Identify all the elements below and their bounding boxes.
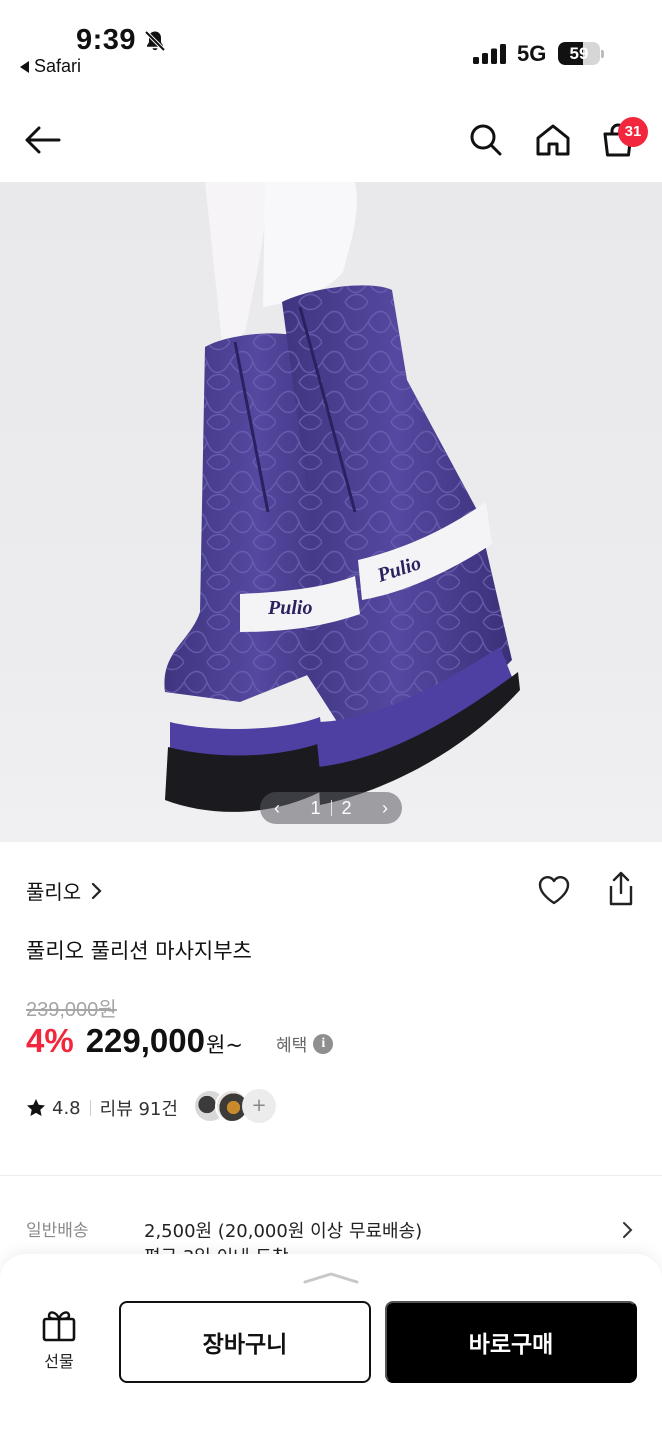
brand-mark-left: Pulio [267,597,312,619]
rating-row[interactable]: 4.8 리뷰 91건 [26,1095,178,1121]
heart-icon[interactable] [536,872,572,908]
product-image[interactable]: Pulio Pulio [0,182,662,842]
shipping-label: 일반배송 [26,1221,89,1241]
star-icon [27,1099,45,1116]
divider [0,1175,662,1176]
pager-next-icon[interactable]: › [382,798,388,819]
sale-price: 229,000 [85,1022,205,1059]
brand-name: 풀리오 [26,880,82,904]
back-arrow-icon [25,126,61,154]
original-price: 239,000원 [26,999,117,1021]
rating-value: 4.8 [52,1097,81,1119]
cart-count-badge: 31 [618,117,648,147]
app-header [0,100,662,182]
back-triangle-icon [20,60,29,73]
home-button[interactable] [533,120,573,160]
price-unit: 원~ [206,1033,243,1057]
back-to-safari-link[interactable]: Safari [20,56,81,77]
battery-level: 59 [569,44,589,63]
discount-rate: 4% [26,1022,74,1059]
gift-icon [42,1311,76,1342]
back-app-label: Safari [34,56,82,76]
price-row: 4% 229,000 원~ [26,1022,243,1060]
network-label: 5G [517,41,547,66]
bell-off-icon [144,30,166,52]
pager-current: 1 [310,797,321,818]
pager-total: 2 [341,797,352,818]
product-name: 풀리오 풀리션 마사지부츠 [26,939,252,963]
info-icon: i [313,1033,334,1054]
brand-link[interactable]: 풀리오 [26,876,103,905]
gift-button[interactable]: 선물 [30,1308,88,1378]
product-photo-boots: Pulio Pulio [164,182,520,812]
cellular-signal-icon [473,44,506,64]
more-reviews-button[interactable]: + [242,1089,276,1123]
pager-prev-icon[interactable]: ‹ [274,798,280,819]
add-to-cart-button[interactable]: 장바구니 [119,1301,371,1383]
status-time: 9:39 [76,24,137,56]
battery-indicator: 59 [558,42,604,65]
home-icon [536,124,570,156]
benefit-label: 혜택 [276,1036,308,1056]
shipping-fee: 2,500원 (20,000원 이상 무료배송) [144,1221,423,1242]
back-button[interactable] [22,120,62,160]
search-button[interactable] [466,120,506,160]
search-icon [470,124,502,156]
chevron-right-icon [92,882,102,899]
benefit-button[interactable]: 혜택 i [276,1031,334,1056]
share-icon[interactable] [604,870,638,908]
status-bar: 9:39 Safari 5G 59 [0,0,662,90]
gift-label: 선물 [44,1352,74,1371]
chevron-right-icon[interactable] [618,1220,638,1240]
chevron-up-icon[interactable] [303,1271,359,1285]
image-pager: ‹ 1 2 › [260,792,402,824]
review-count: 리뷰 91건 [99,1099,178,1120]
buy-now-button[interactable]: 바로구매 [385,1301,637,1383]
